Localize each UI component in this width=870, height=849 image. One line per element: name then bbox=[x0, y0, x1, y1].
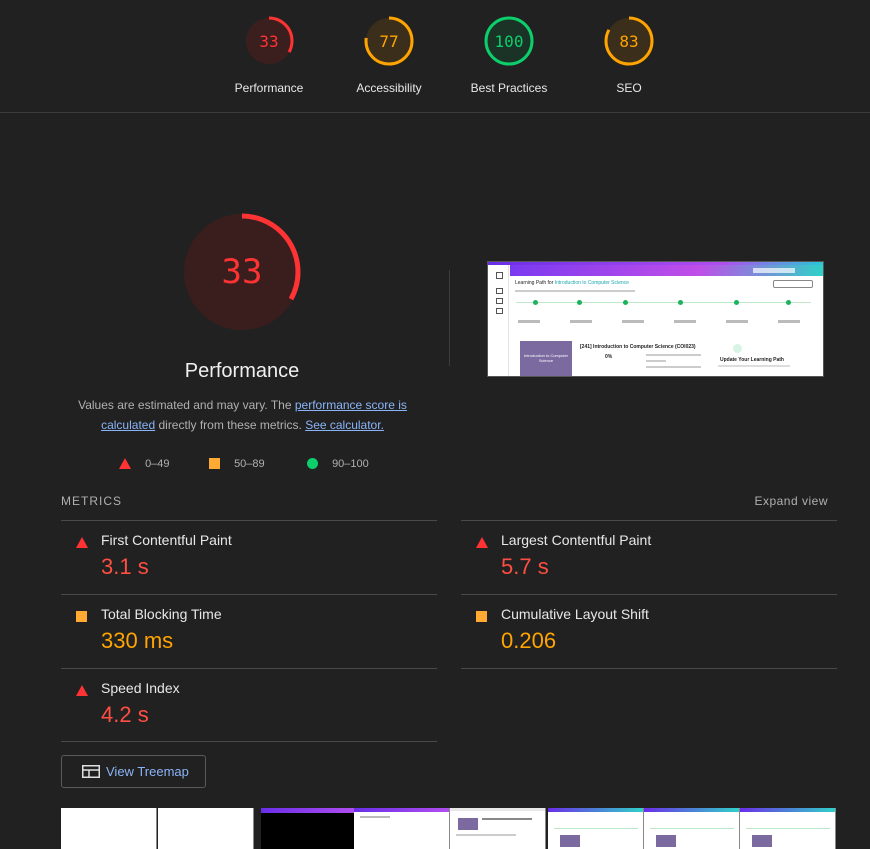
metric-value: 330 ms bbox=[101, 628, 174, 653]
legend-fail: 0–49 bbox=[119, 458, 170, 472]
performance-description: Values are estimated and may vary. The p… bbox=[78, 398, 407, 432]
filmstrip-frame bbox=[450, 808, 546, 849]
filmstrip-frame bbox=[644, 808, 740, 849]
filmstrip-frame bbox=[740, 808, 836, 849]
thumb-heading-course: Introduction to Computer Science bbox=[554, 280, 629, 286]
best-practices-score: 100 bbox=[495, 32, 524, 51]
category-label: SEO bbox=[616, 81, 642, 95]
thumb-course-heading: [241] Introduction to Computer Science (… bbox=[580, 344, 696, 350]
expand-view-toggle[interactable]: Expand view bbox=[754, 494, 828, 508]
triangle-icon bbox=[119, 458, 131, 469]
thumb-course-card: Introduction to Computer Science bbox=[520, 341, 572, 376]
performance-big-gauge: 33 bbox=[183, 213, 301, 331]
category-accessibility[interactable]: 77 Accessibility bbox=[329, 15, 449, 95]
category-label: Performance bbox=[234, 81, 304, 95]
metric-value: 0.206 bbox=[501, 628, 557, 653]
metrics-grid-line bbox=[461, 668, 837, 669]
thumb-heading-prefix: Learning Path for bbox=[515, 280, 555, 286]
performance-big-score: 33 bbox=[222, 252, 263, 292]
thumb-percent: 0% bbox=[605, 354, 613, 360]
performance-title: Performance bbox=[184, 360, 300, 382]
fail-triangle-icon bbox=[76, 537, 88, 548]
category-label: Best Practices bbox=[470, 81, 548, 95]
metric-largest-contentful-paint: Largest Contentful Paint 5.7 s bbox=[461, 520, 837, 594]
treemap-icon bbox=[82, 765, 100, 778]
metric-title: Cumulative Layout Shift bbox=[501, 606, 649, 622]
metric-title: Total Blocking Time bbox=[101, 606, 222, 622]
category-scores-bar: 33 Performance 77 Accessibility 100 Best… bbox=[0, 0, 870, 113]
performance-score: 33 bbox=[259, 32, 278, 51]
square-icon bbox=[209, 458, 220, 469]
view-treemap-button[interactable]: View Treemap bbox=[61, 755, 206, 788]
metrics-bottom-divider bbox=[61, 741, 437, 742]
seo-gauge: 83 bbox=[604, 16, 654, 66]
filmstrip-frame bbox=[61, 808, 157, 849]
legend-pass: 90–100 bbox=[307, 458, 369, 472]
filmstrip-frame bbox=[158, 808, 254, 849]
fail-triangle-icon bbox=[476, 537, 488, 548]
seo-score: 83 bbox=[619, 32, 638, 51]
circle-icon bbox=[307, 458, 318, 469]
metric-title: Largest Contentful Paint bbox=[501, 532, 652, 548]
filmstrip-frame bbox=[261, 808, 357, 849]
metrics-heading: METRICS bbox=[61, 494, 122, 508]
metric-value: 5.7 s bbox=[501, 554, 549, 579]
average-square-icon bbox=[476, 611, 487, 622]
final-screenshot[interactable]: Learning Path for Introduction to Comput… bbox=[487, 261, 824, 377]
accessibility-score: 77 bbox=[379, 32, 398, 51]
legend-average: 50–89 bbox=[209, 458, 265, 472]
filmstrip-frame bbox=[548, 808, 644, 849]
filmstrip bbox=[61, 808, 837, 849]
metric-value: 4.2 s bbox=[101, 702, 149, 727]
category-label: Accessibility bbox=[356, 81, 422, 95]
metric-value: 3.1 s bbox=[101, 554, 149, 579]
calculator-link[interactable]: See calculator. bbox=[305, 418, 384, 432]
treemap-label: View Treemap bbox=[106, 764, 189, 779]
average-square-icon bbox=[76, 611, 87, 622]
divider bbox=[449, 270, 450, 366]
performance-gauge: 33 bbox=[244, 16, 294, 66]
metric-cumulative-layout-shift: Cumulative Layout Shift 0.206 bbox=[461, 594, 837, 668]
category-seo[interactable]: 83 SEO bbox=[569, 15, 689, 95]
metric-total-blocking-time: Total Blocking Time 330 ms bbox=[61, 594, 437, 668]
accessibility-gauge: 77 bbox=[364, 16, 414, 66]
metric-first-contentful-paint: First Contentful Paint 3.1 s bbox=[61, 520, 437, 594]
thumb-update-heading: Update Your Learning Path bbox=[720, 357, 784, 363]
metric-title: Speed Index bbox=[101, 680, 180, 696]
fail-triangle-icon bbox=[76, 685, 88, 696]
metric-speed-index: Speed Index 4.2 s bbox=[61, 668, 437, 742]
metric-title: First Contentful Paint bbox=[101, 532, 232, 548]
filmstrip-frame bbox=[354, 808, 450, 849]
category-performance[interactable]: 33 Performance bbox=[209, 15, 329, 95]
best-practices-gauge: 100 bbox=[484, 16, 534, 66]
category-best-practices[interactable]: 100 Best Practices bbox=[449, 15, 569, 95]
